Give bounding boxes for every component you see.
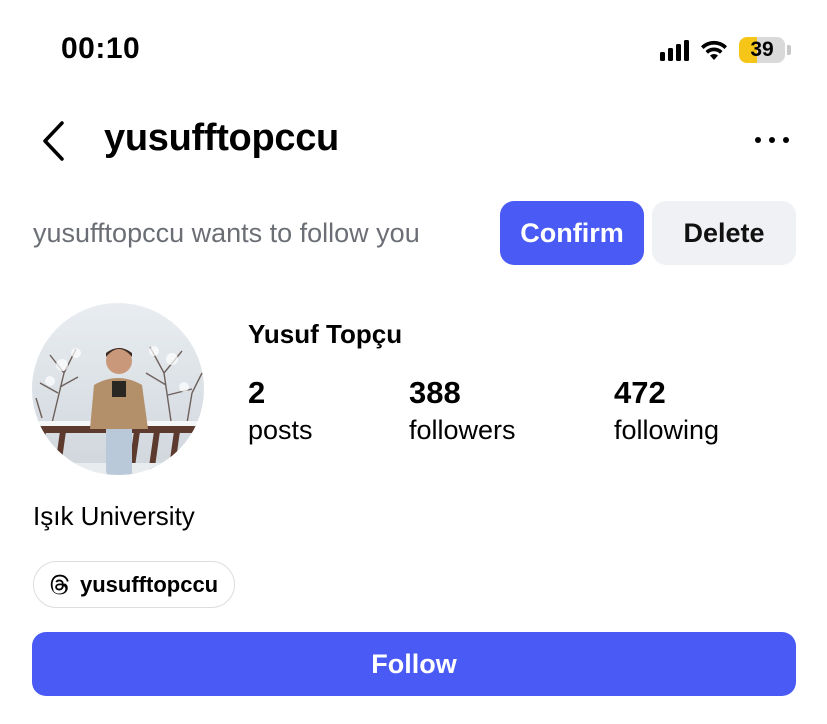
more-horizontal-icon [755,137,761,143]
stat-followers[interactable]: 388 followers [409,374,516,448]
profile-full-name: Yusuf Topçu [248,319,403,349]
back-button[interactable] [40,118,72,164]
more-options-button[interactable] [755,130,789,150]
followers-count: 388 [409,375,461,410]
following-label: following [614,415,720,445]
threads-handle: yusufftopccu [80,571,219,597]
confirm-button[interactable]: Confirm [500,201,644,265]
follow-request-message: yusufftopccu wants to follow you [33,218,420,248]
chevron-left-icon [43,121,64,161]
battery-level: 39 [750,38,774,61]
stat-following[interactable]: 472 following [614,374,719,448]
posts-label: posts [248,415,313,445]
threads-icon [50,574,69,594]
avatar[interactable] [32,303,204,475]
followers-label: followers [409,415,516,445]
profile-bio: Işık University [33,501,195,531]
follow-button[interactable]: Follow [32,632,796,696]
battery-icon: 39 [739,37,791,63]
wifi-icon [699,39,729,61]
stat-posts: 2 posts [248,374,313,448]
posts-count: 2 [248,375,266,410]
delete-button[interactable]: Delete [652,201,796,265]
page-title-username: yusufftopccu [104,117,339,159]
cellular-signal-icon [660,39,689,61]
status-indicators: 39 [660,35,791,65]
following-count: 472 [614,375,666,410]
threads-link-chip[interactable]: yusufftopccu [33,561,236,608]
status-time: 00:10 [61,32,141,65]
